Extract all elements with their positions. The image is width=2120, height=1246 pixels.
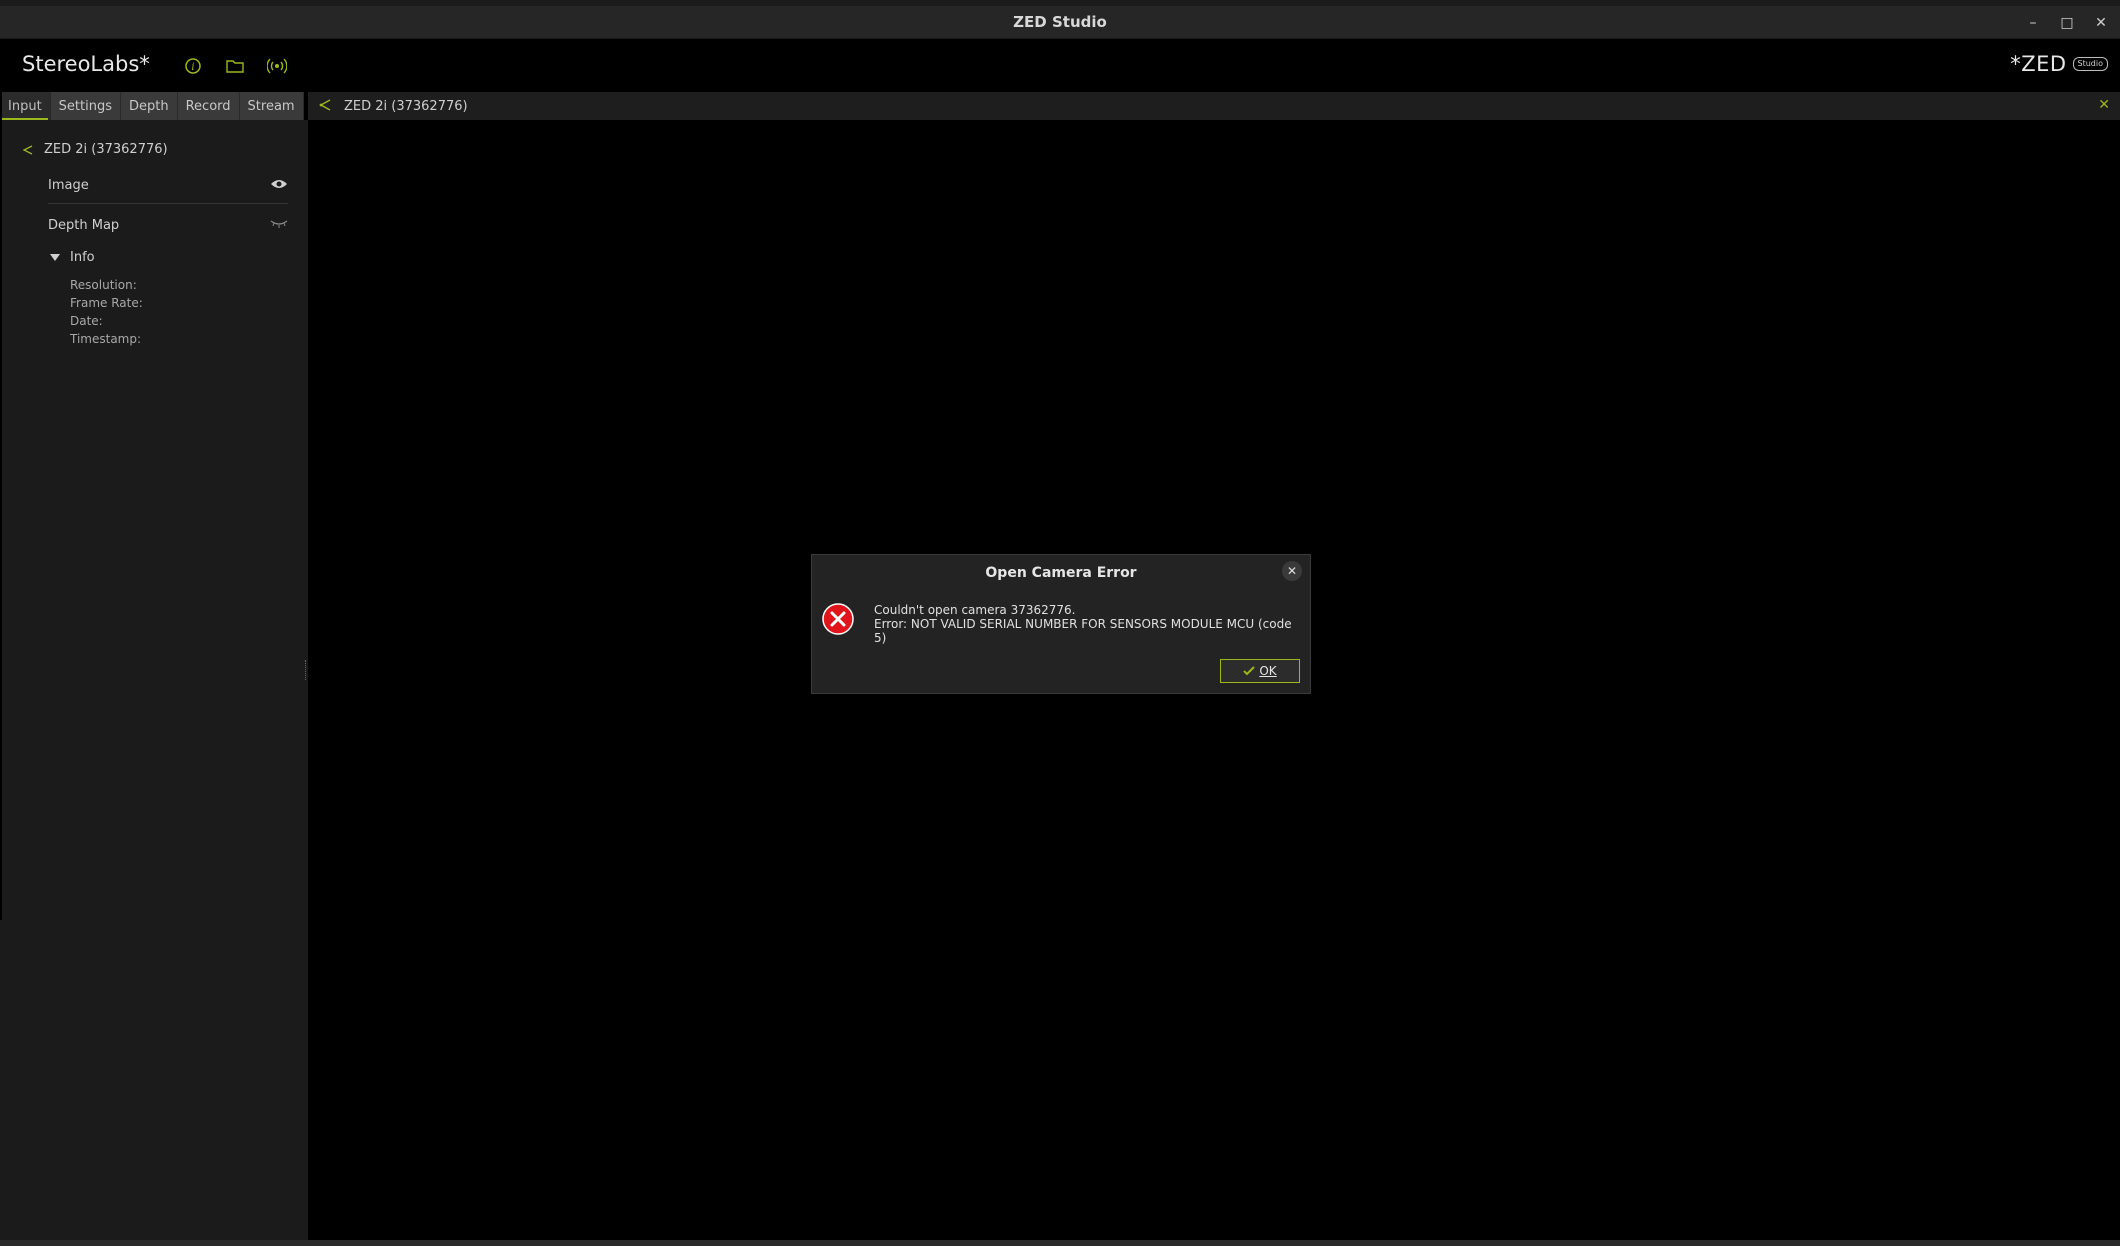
minimize-button[interactable]: – bbox=[2024, 14, 2042, 32]
window-titlebar[interactable]: ZED Studio – □ ✕ bbox=[0, 6, 2120, 39]
info-icon[interactable]: i bbox=[182, 55, 204, 77]
app-header: StereoLabs* i *ZED Studio bbox=[0, 40, 2120, 90]
close-camera-icon[interactable]: ✕ bbox=[2098, 97, 2110, 113]
ok-button[interactable]: OK bbox=[1220, 659, 1300, 683]
close-window-button[interactable]: ✕ bbox=[2092, 14, 2110, 32]
tab-input[interactable]: Input bbox=[0, 92, 51, 120]
sidebar-item-label: Image bbox=[48, 178, 89, 193]
tab-settings[interactable]: Settings bbox=[50, 92, 121, 120]
dialog-message-line2: Error: NOT VALID SERIAL NUMBER FOR SENSO… bbox=[874, 617, 1292, 645]
studio-badge: Studio bbox=[2072, 57, 2108, 71]
eye-closed-icon[interactable] bbox=[270, 217, 288, 233]
ok-button-label: OK bbox=[1259, 664, 1277, 678]
tab-stream[interactable]: Stream bbox=[239, 92, 304, 120]
folder-icon[interactable] bbox=[224, 55, 246, 77]
window-controls: – □ ✕ bbox=[2024, 6, 2110, 39]
info-label: Info bbox=[70, 250, 95, 265]
dialog-message: Couldn't open camera 37362776. Error: NO… bbox=[874, 603, 1304, 645]
info-resolution: Resolution: bbox=[70, 278, 137, 292]
tab-depth[interactable]: Depth bbox=[121, 92, 178, 120]
camera-bar-label: ZED 2i (37362776) bbox=[344, 98, 468, 114]
triangle-down-icon bbox=[50, 253, 60, 261]
sidebar-item-image[interactable]: Image bbox=[48, 168, 288, 204]
maximize-button[interactable]: □ bbox=[2058, 14, 2076, 32]
sidebar-item-depth-map[interactable]: Depth Map bbox=[48, 207, 288, 243]
sidebar-camera-item[interactable]: ZED 2i (37362776) bbox=[22, 142, 168, 157]
info-frame-rate: Frame Rate: bbox=[70, 296, 143, 310]
brand-name: StereoLabs* bbox=[22, 52, 150, 76]
sidebar-splitter-handle[interactable] bbox=[305, 660, 307, 680]
bottom-strip bbox=[0, 1240, 2120, 1246]
camera-share-icon[interactable] bbox=[318, 97, 332, 116]
eye-icon[interactable] bbox=[270, 178, 288, 194]
error-dialog: Open Camera Error ✕ Couldn't open camera… bbox=[811, 554, 1311, 694]
stream-icon[interactable] bbox=[266, 55, 288, 77]
sidebar-item-label: Depth Map bbox=[48, 217, 120, 233]
dialog-title: Open Camera Error bbox=[985, 565, 1137, 581]
main-tabs: Input Settings Depth Record Stream bbox=[0, 92, 304, 120]
dialog-message-line1: Couldn't open camera 37362776. bbox=[874, 603, 1076, 617]
info-timestamp: Timestamp: bbox=[70, 332, 142, 346]
zed-logo-text: *ZED bbox=[2010, 52, 2067, 76]
sidebar: ZED 2i (37362776) Image Depth Map Info R… bbox=[0, 120, 308, 1240]
dialog-close-button[interactable]: ✕ bbox=[1282, 561, 1302, 581]
camera-bar: ZED 2i (37362776) ✕ bbox=[308, 92, 2120, 120]
camera-share-icon bbox=[22, 144, 33, 155]
tab-record[interactable]: Record bbox=[177, 92, 240, 120]
info-section-header[interactable]: Info bbox=[50, 250, 95, 265]
window-title: ZED Studio bbox=[1013, 13, 1107, 31]
svg-text:i: i bbox=[191, 62, 194, 73]
left-edge-strip bbox=[0, 90, 2, 920]
error-icon bbox=[822, 603, 854, 635]
info-date: Date: bbox=[70, 314, 103, 328]
apply-icon bbox=[1243, 666, 1256, 676]
sidebar-camera-label: ZED 2i (37362776) bbox=[44, 142, 168, 157]
zed-studio-logo: *ZED Studio bbox=[2010, 52, 2108, 76]
